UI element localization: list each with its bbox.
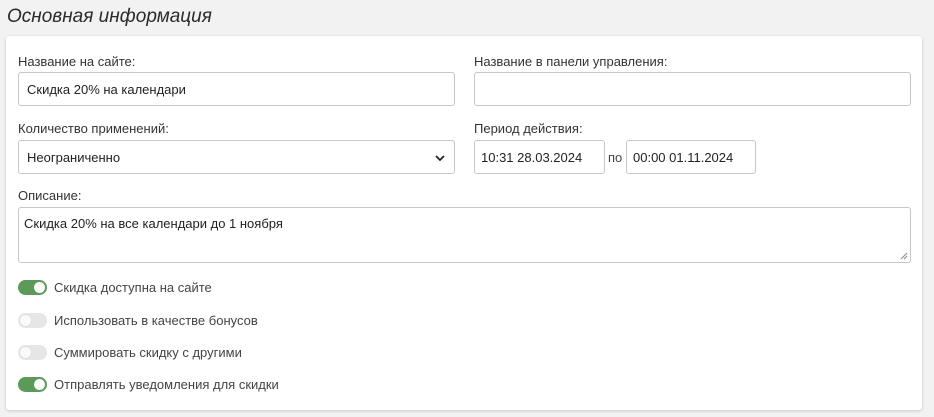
chevron-down-icon	[435, 155, 445, 162]
toggle-switch-off[interactable]	[18, 313, 47, 328]
usage-count-value: Неограниченно	[27, 149, 121, 165]
toggle-row-combine-discounts[interactable]: Суммировать скидку с другими	[18, 345, 242, 360]
period-from-input[interactable]: 10:31 28.03.2024	[474, 140, 605, 174]
admin-name-label: Название в панели управления:	[474, 54, 668, 69]
period-to-input[interactable]: 00:00 01.11.2024	[626, 140, 756, 174]
toggle-knob	[34, 282, 45, 293]
usage-count-select[interactable]: Неограниченно	[18, 140, 455, 174]
site-name-input[interactable]: Скидка 20% на календари	[18, 72, 455, 106]
site-name-value: Скидка 20% на календари	[27, 81, 186, 97]
resize-grip-icon[interactable]	[900, 252, 908, 260]
toggle-knob	[20, 315, 31, 326]
toggle-label: Скидка доступна на сайте	[54, 280, 212, 295]
period-separator: по	[608, 150, 623, 165]
toggle-label: Использовать в качестве бонусов	[54, 313, 258, 328]
site-name-label: Название на сайте:	[18, 54, 136, 69]
toggle-row-available-on-site[interactable]: Скидка доступна на сайте	[18, 280, 212, 295]
description-textarea[interactable]: Скидка 20% на все календари до 1 ноября	[18, 207, 911, 263]
period-from-value: 10:31 28.03.2024	[481, 149, 583, 165]
section-title: Основная информация	[7, 6, 212, 27]
period-to-value: 00:00 01.11.2024	[633, 149, 734, 165]
admin-name-input[interactable]	[474, 72, 911, 106]
description-label: Описание:	[18, 188, 82, 203]
toggle-switch-on[interactable]	[18, 280, 47, 295]
toggle-row-send-notifications[interactable]: Отправлять уведомления для скидки	[18, 377, 279, 392]
toggle-label: Суммировать скидку с другими	[54, 345, 242, 360]
toggle-label: Отправлять уведомления для скидки	[54, 377, 279, 392]
toggle-knob	[20, 347, 31, 358]
toggle-row-use-as-bonus[interactable]: Использовать в качестве бонусов	[18, 313, 258, 328]
usage-count-label: Количество применений:	[18, 121, 169, 136]
description-value: Скидка 20% на все календари до 1 ноября	[24, 216, 283, 231]
basic-info-card: Название на сайте: Скидка 20% на календа…	[6, 36, 922, 410]
toggle-knob	[34, 379, 45, 390]
period-label: Период действия:	[474, 121, 583, 136]
toggle-switch-on[interactable]	[18, 377, 47, 392]
toggle-switch-off[interactable]	[18, 345, 47, 360]
